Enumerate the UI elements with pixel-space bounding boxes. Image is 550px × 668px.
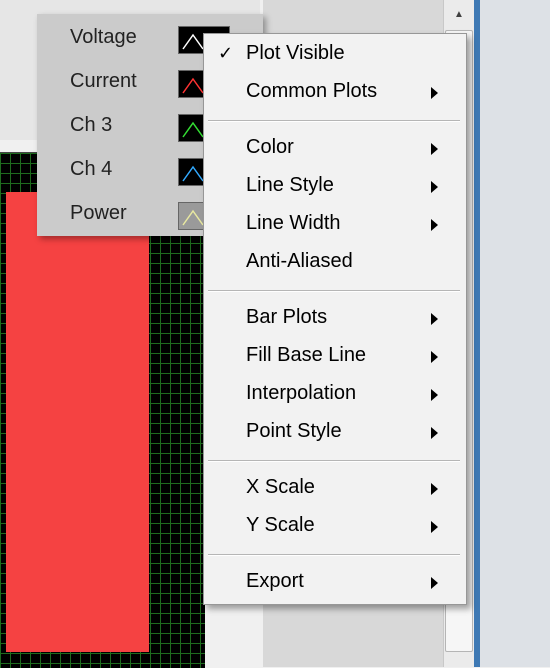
menu-item-label: Anti-Aliased xyxy=(246,250,353,272)
menu-item-plot-visible[interactable]: ✓ Plot Visible xyxy=(204,40,466,70)
menu-item-label: Common Plots xyxy=(246,80,378,102)
swatch-line xyxy=(182,121,204,138)
submenu-arrow-icon xyxy=(431,143,438,155)
menu-item-label: Interpolation xyxy=(246,382,357,404)
menu-item-label: Plot Visible xyxy=(246,42,345,64)
menu-item-label: Point Style xyxy=(246,420,342,442)
legend-label: Ch 3 xyxy=(70,114,113,136)
menu-separator xyxy=(208,290,460,292)
submenu-arrow-icon xyxy=(431,313,438,325)
menu-item-x-scale[interactable]: X Scale xyxy=(204,474,466,504)
menu-item-export[interactable]: Export xyxy=(204,568,466,598)
submenu-arrow-icon xyxy=(431,181,438,193)
menu-item-label: Export xyxy=(246,570,304,592)
legend-label: Ch 4 xyxy=(70,158,113,180)
scroll-up-icon[interactable]: ▲ xyxy=(444,6,474,24)
menu-separator xyxy=(208,120,460,122)
submenu-arrow-icon xyxy=(431,351,438,363)
plot-context-menu: ✓ Plot Visible Common Plots Color Line S… xyxy=(203,33,467,605)
submenu-arrow-icon xyxy=(431,483,438,495)
submenu-arrow-icon xyxy=(431,521,438,533)
menu-item-fill-base-line[interactable]: Fill Base Line xyxy=(204,342,466,372)
menu-item-label: Fill Base Line xyxy=(246,344,367,366)
menu-item-label: Y Scale xyxy=(246,514,315,536)
menu-item-label: Bar Plots xyxy=(246,306,328,328)
swatch-line xyxy=(182,77,204,94)
submenu-arrow-icon xyxy=(431,427,438,439)
legend-label: Voltage xyxy=(70,26,137,48)
submenu-arrow-icon xyxy=(431,577,438,589)
submenu-arrow-icon xyxy=(431,87,438,99)
checkmark-icon: ✓ xyxy=(218,43,234,63)
legend-label: Current xyxy=(70,70,137,92)
legend-label: Power xyxy=(70,202,127,224)
swatch-line xyxy=(182,33,204,50)
menu-item-label: X Scale xyxy=(246,476,315,498)
swatch-line xyxy=(182,165,204,182)
menu-item-anti-aliased[interactable]: Anti-Aliased xyxy=(204,248,466,278)
menu-item-color[interactable]: Color xyxy=(204,134,466,164)
menu-item-interpolation[interactable]: Interpolation xyxy=(204,380,466,410)
menu-item-point-style[interactable]: Point Style xyxy=(204,418,466,448)
plot-fill-region xyxy=(6,192,149,652)
menu-separator xyxy=(208,460,460,462)
menu-item-line-style[interactable]: Line Style xyxy=(204,172,466,202)
submenu-arrow-icon xyxy=(431,219,438,231)
menu-item-bar-plots[interactable]: Bar Plots xyxy=(204,304,466,334)
menu-item-label: Line Style xyxy=(246,174,334,196)
menu-item-common-plots[interactable]: Common Plots xyxy=(204,78,466,108)
menu-item-label: Line Width xyxy=(246,212,341,234)
desktop-background xyxy=(480,0,550,667)
swatch-line xyxy=(182,209,204,226)
menu-item-line-width[interactable]: Line Width xyxy=(204,210,466,240)
submenu-arrow-icon xyxy=(431,389,438,401)
menu-item-y-scale[interactable]: Y Scale xyxy=(204,512,466,542)
menu-separator xyxy=(208,554,460,556)
menu-item-label: Color xyxy=(246,136,294,158)
